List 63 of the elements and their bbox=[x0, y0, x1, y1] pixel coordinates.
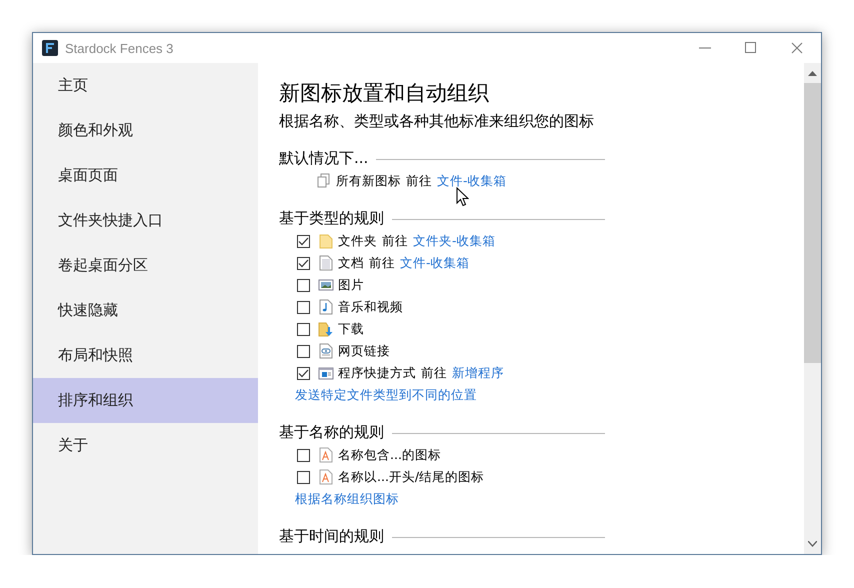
scroll-up-icon[interactable] bbox=[808, 70, 817, 76]
checkbox[interactable] bbox=[297, 366, 310, 380]
destination-link[interactable]: 文件夹-收集箱 bbox=[413, 232, 496, 250]
sidebar-item[interactable]: 主页 bbox=[33, 63, 258, 108]
rule-label: 图片 bbox=[338, 276, 364, 294]
picture-icon bbox=[318, 277, 334, 293]
rule-label: 前往 bbox=[406, 172, 432, 190]
program-window-icon bbox=[318, 365, 334, 381]
folder-download-icon bbox=[318, 321, 334, 337]
document-icon bbox=[318, 255, 334, 271]
section-title: 基于名称的规则 bbox=[279, 422, 384, 443]
rule-link[interactable]: 根据名称组织图标 bbox=[295, 491, 399, 506]
rule-label: 音乐和视频 bbox=[338, 298, 403, 316]
section-title: 基于时间的规则 bbox=[279, 526, 384, 547]
checkbox[interactable] bbox=[297, 344, 310, 358]
destination-link[interactable]: 新增程序 bbox=[452, 364, 504, 382]
rule-label: 网页链接 bbox=[338, 342, 390, 360]
app-logo-icon bbox=[42, 40, 58, 56]
text-file-icon bbox=[318, 469, 334, 485]
checkbox[interactable] bbox=[297, 300, 310, 314]
destination-link[interactable]: 文件-收集箱 bbox=[400, 254, 470, 272]
music-note-icon bbox=[318, 299, 334, 315]
page-title: 新图标放置和自动组织 bbox=[279, 80, 490, 107]
checkbox[interactable] bbox=[297, 448, 310, 462]
section-title: 默认情况下... bbox=[279, 148, 368, 169]
page-subtitle: 根据名称、类型或各种其他标准来组织您的图标 bbox=[279, 111, 595, 132]
rule-label: 程序快捷方式 bbox=[338, 364, 416, 382]
text-file-icon bbox=[318, 447, 334, 463]
sidebar-item[interactable]: 排序和组织 bbox=[33, 378, 258, 423]
scroll-down-icon[interactable] bbox=[808, 541, 817, 547]
rule-label: 名称以...开头/结尾的图标 bbox=[338, 468, 484, 486]
maximize-icon[interactable] bbox=[745, 42, 757, 54]
rule-link[interactable]: 发送特定文件类型到不同的位置 bbox=[295, 387, 477, 402]
close-icon[interactable] bbox=[791, 42, 803, 54]
sidebar-item[interactable]: 卷起桌面分区 bbox=[33, 243, 258, 288]
scrollbar[interactable] bbox=[804, 63, 821, 554]
rule-label: 文件夹 bbox=[338, 232, 377, 250]
checkbox[interactable] bbox=[297, 278, 310, 292]
rule-label: 前往 bbox=[421, 364, 447, 382]
rule-label: 名称包含...的图标 bbox=[338, 446, 441, 464]
sidebar-item[interactable]: 关于 bbox=[33, 423, 258, 468]
sidebar-item[interactable]: 布局和快照 bbox=[33, 333, 258, 378]
section-title: 基于类型的规则 bbox=[279, 208, 384, 229]
sidebar-item[interactable]: 快速隐藏 bbox=[33, 288, 258, 333]
copy-icon bbox=[316, 173, 332, 189]
window-title: Stardock Fences 3 bbox=[65, 40, 174, 56]
checkbox[interactable] bbox=[297, 256, 310, 270]
rule-label: 文档 bbox=[338, 254, 364, 272]
destination-link[interactable]: 文件-收集箱 bbox=[437, 172, 507, 190]
rule-label: 前往 bbox=[382, 232, 408, 250]
folder-icon bbox=[318, 233, 334, 249]
checkbox[interactable] bbox=[297, 322, 310, 336]
sidebar-item[interactable]: 桌面页面 bbox=[33, 153, 258, 198]
scrollbar-thumb[interactable] bbox=[804, 83, 821, 363]
rule-label: 前往 bbox=[369, 254, 395, 272]
sidebar-item[interactable]: 文件夹快捷入口 bbox=[33, 198, 258, 243]
checkbox[interactable] bbox=[297, 470, 310, 484]
checkbox[interactable] bbox=[297, 234, 310, 248]
sidebar-item[interactable]: 颜色和外观 bbox=[33, 108, 258, 153]
rule-label: 所有新图标 bbox=[336, 172, 401, 190]
rule-label: 下载 bbox=[338, 320, 364, 338]
web-link-icon bbox=[318, 343, 334, 359]
mouse-pointer-icon bbox=[456, 187, 469, 207]
